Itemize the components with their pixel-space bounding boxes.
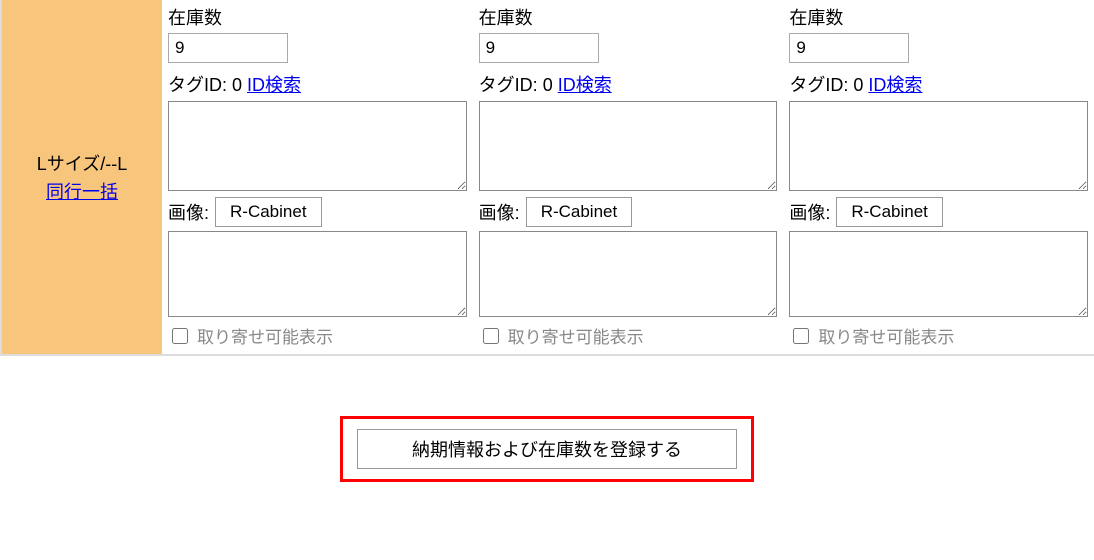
stock-input[interactable] [168,33,288,63]
cells-container: 在庫数 タグID: 0 ID検索 画像: R-Cabinet 取り寄せ可能表示 … [162,0,1094,354]
register-button[interactable]: 納期情報および在庫数を登録する [357,429,737,469]
submit-area: 納期情報および在庫数を登録する [0,416,1094,482]
backorder-label: 取り寄せ可能表示 [508,323,644,348]
tag-id-value: 0 [853,75,863,95]
tag-textarea[interactable] [479,101,778,191]
backorder-label: 取り寄せ可能表示 [818,323,954,348]
tag-id-prefix: タグID: [168,75,232,95]
backorder-checkbox[interactable] [172,328,188,344]
image-line: 画像: R-Cabinet [479,197,778,227]
backorder-line: 取り寄せ可能表示 [168,323,467,348]
image-line: 画像: R-Cabinet [789,197,1088,227]
tag-line: タグID: 0 ID検索 [479,71,778,97]
stock-label: 在庫数 [789,4,1088,30]
backorder-line: 取り寄せ可能表示 [789,323,1088,348]
tag-search-link[interactable]: ID検索 [868,75,922,95]
tag-line: タグID: 0 ID検索 [168,71,467,97]
variant-cell: 在庫数 タグID: 0 ID検索 画像: R-Cabinet 取り寄せ可能表示 [162,0,473,354]
image-textarea[interactable] [479,231,778,317]
stock-input[interactable] [789,33,909,63]
backorder-checkbox[interactable] [793,328,809,344]
tag-search-link[interactable]: ID検索 [247,75,301,95]
bulk-apply-link[interactable]: 同行一括 [46,178,118,204]
variant-row: Lサイズ/--L 同行一括 在庫数 タグID: 0 ID検索 画像: R-Cab… [0,0,1094,356]
stock-label: 在庫数 [479,4,778,30]
tag-search-link[interactable]: ID検索 [558,75,612,95]
tag-id-prefix: タグID: [479,75,543,95]
image-line: 画像: R-Cabinet [168,197,467,227]
image-label: 画像: [789,199,830,225]
image-label: 画像: [479,199,520,225]
tag-line: タグID: 0 ID検索 [789,71,1088,97]
image-label: 画像: [168,199,209,225]
variant-cell: 在庫数 タグID: 0 ID検索 画像: R-Cabinet 取り寄せ可能表示 [783,0,1094,354]
row-header: Lサイズ/--L 同行一括 [2,0,162,354]
tag-id-prefix: タグID: [789,75,853,95]
submit-highlight: 納期情報および在庫数を登録する [340,416,754,482]
tag-id-value: 0 [543,75,553,95]
backorder-line: 取り寄せ可能表示 [479,323,778,348]
image-textarea[interactable] [168,231,467,317]
r-cabinet-button[interactable]: R-Cabinet [526,197,633,227]
stock-input[interactable] [479,33,599,63]
backorder-label: 取り寄せ可能表示 [197,323,333,348]
tag-textarea[interactable] [168,101,467,191]
image-textarea[interactable] [789,231,1088,317]
variant-cell: 在庫数 タグID: 0 ID検索 画像: R-Cabinet 取り寄せ可能表示 [473,0,784,354]
tag-id-value: 0 [232,75,242,95]
backorder-checkbox[interactable] [483,328,499,344]
r-cabinet-button[interactable]: R-Cabinet [836,197,943,227]
stock-label: 在庫数 [168,4,467,30]
row-title: Lサイズ/--L [37,150,127,176]
tag-textarea[interactable] [789,101,1088,191]
r-cabinet-button[interactable]: R-Cabinet [215,197,322,227]
